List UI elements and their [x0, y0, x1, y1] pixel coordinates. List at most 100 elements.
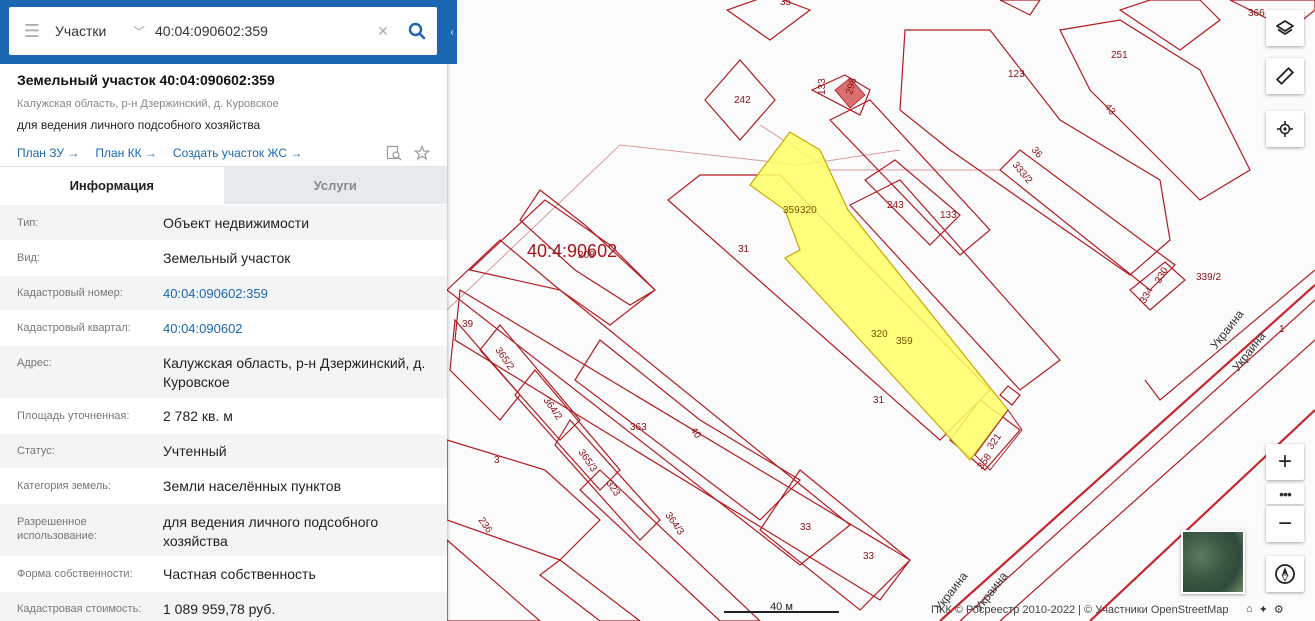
settings-icon[interactable]: ⚙ — [1274, 603, 1284, 616]
parcel-label: 365/3 — [576, 447, 600, 474]
object-purpose: для ведения личного подсобного хозяйства — [17, 118, 261, 132]
info-value: для ведения личного подсобного хозяйства — [163, 514, 379, 549]
quarter-label: 40:4:90602 — [527, 241, 617, 261]
location-icon[interactable]: ✦ — [1259, 603, 1268, 616]
menu-icon[interactable]: ☰ — [9, 7, 55, 55]
parcel-label: 359 — [896, 336, 913, 347]
info-key: Категория земель: — [17, 480, 112, 492]
parcel-label: 31 — [738, 244, 750, 255]
info-key: Форма собственности: — [17, 568, 133, 580]
scale-line — [724, 611, 839, 613]
parcel-label: 208 — [578, 250, 595, 261]
info-value: Учтенный — [163, 443, 227, 459]
parcel-label: 31 — [873, 395, 885, 406]
plan-kk-link[interactable]: План КК → — [95, 146, 157, 160]
info-row: Статус: Учтенный — [0, 433, 447, 468]
cadastral-quarter-link[interactable]: 40:04:090602 — [163, 319, 430, 345]
layers-button[interactable] — [1266, 10, 1304, 46]
parcel-label: 339/2 — [1196, 272, 1221, 283]
ruler-button[interactable] — [1266, 58, 1304, 94]
parcel-label: 320 — [871, 329, 888, 340]
crosshair-icon — [1277, 121, 1293, 137]
info-table: Тип: Объект недвижимости Вид: Земельный … — [0, 204, 447, 621]
info-value: 1 089 959,78 руб. — [163, 601, 276, 617]
info-key: Вид: — [17, 252, 40, 264]
create-parcel-link[interactable]: Создать участок ЖС → — [173, 146, 302, 160]
cadastral-number-link[interactable]: 40:04:090602:359 — [163, 284, 430, 310]
info-row: Тип: Объект недвижимости — [0, 204, 447, 240]
search-button[interactable] — [397, 22, 437, 40]
street-label: Украина — [1207, 307, 1246, 352]
info-value: Частная собственность — [163, 566, 316, 582]
parcel-label: 33 — [800, 522, 812, 533]
parcel-label: 333/2 — [1010, 160, 1035, 187]
zoom-in-button[interactable]: + — [1266, 444, 1304, 480]
locate-button[interactable] — [1266, 111, 1304, 147]
info-row: Форма собственности: Частная собственнос… — [0, 556, 447, 591]
info-row: Вид: Земельный участок — [0, 240, 447, 275]
collapse-panel-button[interactable]: ‹ — [447, 0, 457, 64]
map-attribution[interactable]: ПКК © Росреестр 2010-2022 | © Участники … — [931, 604, 1228, 616]
info-value: Земли населённых пунктов — [163, 478, 342, 494]
search-type-select[interactable]: Участки ﹀ — [55, 23, 151, 40]
parcel-label: 236 — [476, 515, 495, 535]
satellite-minimap[interactable] — [1181, 530, 1245, 594]
tab-bar: Информация Услуги — [0, 166, 447, 204]
info-row: Разрешенное использование: для ведения л… — [0, 503, 447, 556]
info-row: Категория земель: Земли населённых пункт… — [0, 468, 447, 503]
clear-icon[interactable]: × — [369, 21, 397, 42]
search-type-label: Участки — [55, 23, 107, 39]
object-links: План ЗУ → План КК → Создать участок ЖС → — [17, 145, 430, 161]
parcel-label: 330 — [1153, 265, 1171, 285]
object-header: Земельный участок 40:04:090602:359 Калуж… — [0, 64, 447, 166]
info-row: Площадь уточненная: 2 782 кв. м — [0, 398, 447, 433]
compass-icon — [1275, 564, 1295, 584]
info-row: Кадастровая стоимость: 1 089 959,78 руб. — [0, 591, 447, 621]
home-icon[interactable]: ⌂ — [1246, 603, 1253, 616]
ruler-icon — [1275, 66, 1295, 86]
zoom-to-object-icon[interactable] — [386, 145, 402, 161]
tab-info[interactable]: Информация — [0, 167, 224, 204]
parcel-label: 39 — [462, 319, 474, 330]
info-value: Объект недвижимости — [163, 215, 310, 231]
parcel-label: 243 — [887, 200, 904, 211]
info-key: Кадастровая стоимость: — [17, 603, 142, 615]
parcel-label: 133 — [940, 210, 957, 221]
info-value: 2 782 кв. м — [163, 408, 233, 424]
info-key: Тип: — [17, 217, 39, 229]
parcel-label: 364/3 — [663, 510, 687, 537]
compass-button[interactable] — [1266, 556, 1304, 592]
info-row: Кадастровый номер: 40:04:090602:359 — [0, 275, 447, 310]
parcel-label: 242 — [734, 95, 751, 106]
zoom-out-button[interactable]: − — [1266, 506, 1304, 542]
parcel-label: 33 — [863, 551, 875, 562]
search-bar: ☰ Участки ﹀ 40:04:090602:359 × ‹ — [0, 0, 457, 64]
info-value: Калужская область, р-н Дзержинский, д. К… — [163, 355, 426, 390]
parcel-label: 334 — [1138, 285, 1156, 305]
info-key: Площадь уточненная: — [17, 410, 130, 422]
scale-bar: 40 м — [724, 601, 839, 615]
parcel-label: 363 — [630, 422, 647, 433]
search-icon — [408, 22, 426, 40]
parcel-label: 366 — [1248, 8, 1265, 19]
parcel-label: 35 — [780, 0, 792, 8]
info-row: Адрес: Калужская область, р-н Дзержински… — [0, 345, 447, 398]
search-input[interactable]: 40:04:090602:359 — [151, 23, 369, 39]
chevron-down-icon: ﹀ — [132, 24, 145, 39]
parcel-label: 1 — [1279, 324, 1285, 335]
zoom-more-button[interactable]: ••• — [1266, 484, 1304, 504]
selected-parcel[interactable] — [749, 131, 1009, 461]
search-box: ☰ Участки ﹀ 40:04:090602:359 × — [9, 7, 437, 55]
star-icon[interactable] — [414, 145, 430, 161]
object-title: Земельный участок 40:04:090602:359 — [17, 72, 275, 88]
tab-services[interactable]: Услуги — [223, 167, 447, 204]
info-panel: ☰ Участки ﹀ 40:04:090602:359 × ‹ Земельн… — [0, 0, 457, 621]
parcel-label: 323 — [604, 478, 623, 498]
plan-zu-link[interactable]: План ЗУ → — [17, 146, 79, 160]
info-value: Земельный участок — [163, 250, 291, 266]
info-key: Кадастровый номер: — [17, 287, 123, 299]
object-address: Калужская область, р-н Дзержинский, д. К… — [17, 98, 279, 110]
bottom-icons: ⌂ ✦ ⚙ — [1246, 603, 1284, 616]
object-actions — [386, 145, 430, 161]
info-key: Разрешенное использование: — [17, 516, 97, 542]
